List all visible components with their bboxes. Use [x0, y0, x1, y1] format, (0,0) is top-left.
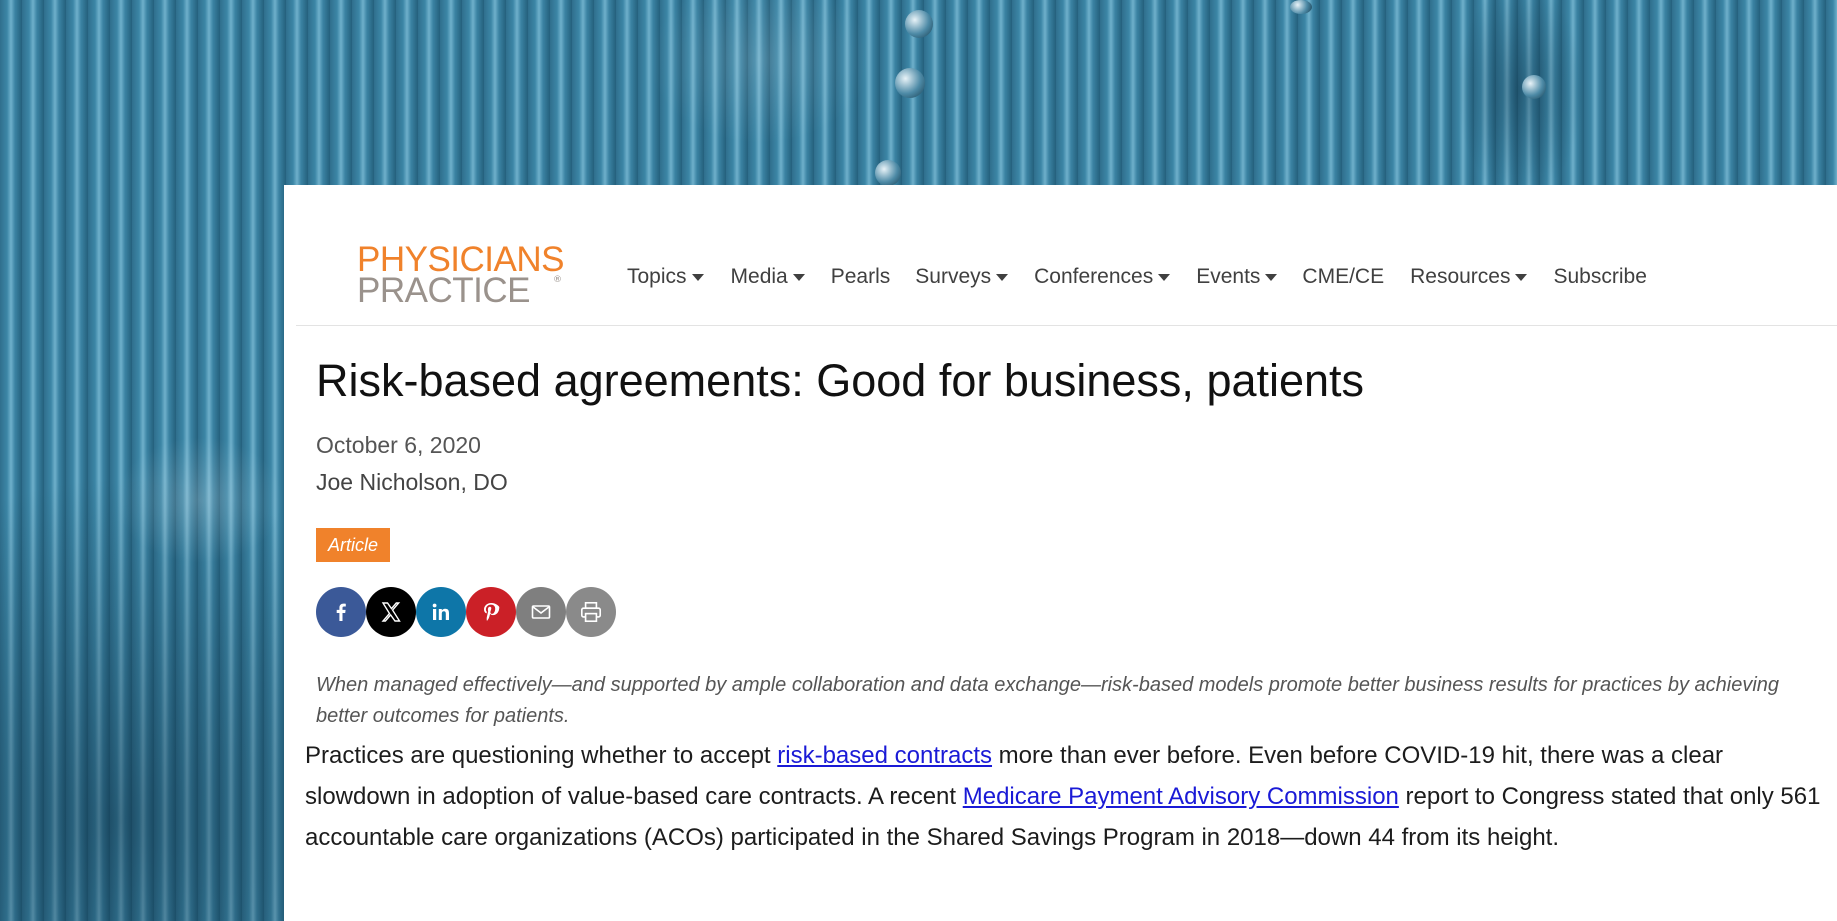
background-bubble — [1290, 0, 1312, 14]
background-bubble — [1522, 75, 1546, 99]
registered-mark: ® — [553, 275, 562, 285]
caret-down-icon — [1158, 273, 1171, 281]
share-facebook-button[interactable] — [316, 587, 366, 637]
nav-item-topics[interactable]: Topics — [627, 265, 704, 289]
content-type-badge: Article — [316, 528, 391, 562]
caret-down-icon — [996, 273, 1009, 281]
background-bubble — [895, 68, 925, 98]
x-icon — [381, 602, 401, 622]
article-summary: When managed effectively—and supported b… — [316, 674, 1780, 727]
share-x-button[interactable] — [366, 587, 416, 637]
nav-item-media[interactable]: Media — [731, 265, 805, 289]
print-icon — [580, 601, 602, 623]
nav-item-subscribe[interactable]: Subscribe — [1553, 265, 1646, 289]
share-email-button[interactable] — [516, 587, 566, 637]
risk-based-contracts-link[interactable]: risk-based contracts — [777, 742, 992, 769]
nav-label: Resources — [1410, 265, 1511, 288]
article-author[interactable]: Joe Nicholson, DO — [316, 469, 508, 496]
nav-label: Pearls — [830, 265, 891, 288]
caret-down-icon — [691, 273, 704, 281]
background-bubble — [875, 160, 901, 186]
pinterest-icon — [484, 603, 500, 621]
article-title: Risk-based agreements: Good for business… — [316, 355, 1365, 406]
nav-label: Subscribe — [1553, 265, 1647, 288]
nav-item-conferences[interactable]: Conferences — [1034, 265, 1171, 289]
nav-item-resources[interactable]: Resources — [1410, 265, 1528, 289]
body-text: Practices are questioning whether to acc… — [305, 742, 778, 769]
site-logo[interactable]: PHYSICIANS PRACTICE ® — [357, 242, 587, 308]
share-print-button[interactable] — [566, 587, 616, 637]
background-bubble — [905, 10, 933, 38]
site-header: PHYSICIANS PRACTICE ® Topics Media Pearl… — [296, 185, 1837, 326]
logo-line-2: PRACTICE — [357, 271, 530, 310]
share-pinterest-button[interactable] — [466, 587, 516, 637]
article-body-paragraph: Practices are questioning whether to acc… — [305, 735, 1830, 858]
medpac-link[interactable]: Medicare Payment Advisory Commission — [963, 783, 1399, 810]
nav-item-pearls[interactable]: Pearls — [831, 265, 891, 289]
linkedin-icon — [432, 603, 449, 620]
article-page: PHYSICIANS PRACTICE ® Topics Media Pearl… — [284, 185, 1837, 921]
nav-label: Topics — [627, 265, 687, 288]
caret-down-icon — [1515, 273, 1528, 281]
nav-label: Media — [730, 265, 788, 288]
nav-label: Conferences — [1034, 265, 1154, 288]
caret-down-icon — [1265, 273, 1278, 281]
nav-label: CME/CE — [1302, 265, 1385, 288]
nav-label: Surveys — [915, 265, 992, 288]
nav-item-surveys[interactable]: Surveys — [915, 265, 1009, 289]
nav-label: Events — [1196, 265, 1261, 288]
share-linkedin-button[interactable] — [416, 587, 466, 637]
nav-item-events[interactable]: Events — [1196, 265, 1278, 289]
email-icon — [531, 605, 551, 619]
caret-down-icon — [792, 273, 805, 281]
main-nav: Topics Media Pearls Surveys Conferences … — [627, 262, 1647, 292]
article-date: October 6, 2020 — [316, 432, 481, 458]
nav-item-cme-ce[interactable]: CME/CE — [1302, 265, 1384, 289]
facebook-icon — [336, 603, 346, 621]
